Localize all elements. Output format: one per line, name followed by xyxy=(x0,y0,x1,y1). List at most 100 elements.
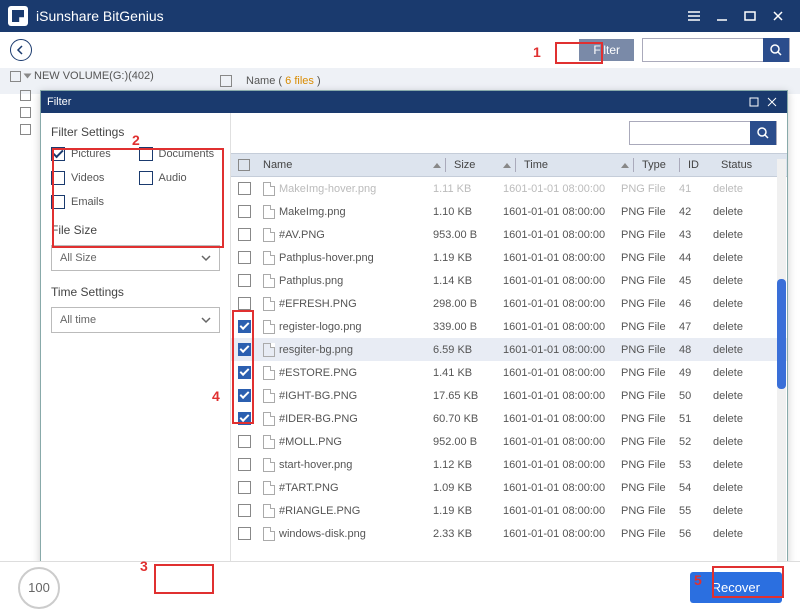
file-name: register-logo.png xyxy=(279,321,362,333)
modal-search-input[interactable] xyxy=(630,126,750,140)
file-size: 1.19 KB xyxy=(427,252,497,264)
close-button[interactable] xyxy=(764,5,792,27)
file-size: 2.33 KB xyxy=(427,528,497,540)
col-status[interactable]: Status xyxy=(707,158,757,172)
filter-button[interactable]: Filter xyxy=(579,39,634,61)
table-row[interactable]: #TART.PNG1.09 KB1601-01-01 08:00:00PNG F… xyxy=(231,476,787,499)
row-checkbox[interactable] xyxy=(238,251,251,264)
footer: 100 Recover xyxy=(0,561,800,613)
table-row[interactable]: resgiter-bg.png6.59 KB1601-01-01 08:00:0… xyxy=(231,338,787,361)
table-row[interactable]: #EFRESH.PNG298.00 B1601-01-01 08:00:00PN… xyxy=(231,292,787,315)
row-checkbox[interactable] xyxy=(238,274,251,287)
scrollbar[interactable] xyxy=(777,159,786,563)
select-all-checkbox[interactable] xyxy=(238,159,250,171)
file-type: PNG File xyxy=(615,413,673,425)
filter-type-emails[interactable]: Emails xyxy=(51,195,133,209)
tree-volume-row[interactable]: NEW VOLUME(G:)(402) xyxy=(10,70,154,82)
col-time[interactable]: Time xyxy=(497,158,615,172)
checkbox-icon[interactable] xyxy=(51,147,65,161)
modal-close-button[interactable] xyxy=(763,97,781,107)
tree-checkbox[interactable] xyxy=(20,90,31,101)
file-icon xyxy=(263,205,275,219)
menu-icon[interactable] xyxy=(680,5,708,27)
table-row[interactable]: windows-disk.png2.33 KB1601-01-01 08:00:… xyxy=(231,522,787,545)
table-row[interactable]: Pathplus-hover.png1.19 KB1601-01-01 08:0… xyxy=(231,246,787,269)
app-logo-icon xyxy=(8,6,28,26)
file-status: delete xyxy=(707,206,757,218)
col-size[interactable]: Size xyxy=(427,158,497,172)
table-row[interactable]: register-logo.png339.00 B1601-01-01 08:0… xyxy=(231,315,787,338)
tree-checkbox[interactable] xyxy=(20,124,31,135)
filter-type-audio[interactable]: Audio xyxy=(139,171,221,185)
file-count: 6 files xyxy=(285,75,314,87)
checkbox-icon[interactable] xyxy=(51,171,65,185)
tree-checkbox[interactable] xyxy=(10,71,21,82)
file-size: 952.00 B xyxy=(427,436,497,448)
file-status: delete xyxy=(707,275,757,287)
file-id: 44 xyxy=(673,252,707,264)
file-type: PNG File xyxy=(615,183,673,195)
table-row[interactable]: #RIANGLE.PNG1.19 KB1601-01-01 08:00:00PN… xyxy=(231,499,787,522)
table-row[interactable]: MakeImg.png1.10 KB1601-01-01 08:00:00PNG… xyxy=(231,200,787,223)
col-name[interactable]: Name xyxy=(257,159,427,171)
file-name: #RIANGLE.PNG xyxy=(279,505,360,517)
back-button[interactable] xyxy=(10,39,32,61)
file-type: PNG File xyxy=(615,436,673,448)
row-checkbox[interactable] xyxy=(238,389,251,402)
scrollbar-thumb[interactable] xyxy=(777,279,786,389)
minimize-button[interactable] xyxy=(708,5,736,27)
expand-icon[interactable] xyxy=(24,74,32,79)
recover-button[interactable]: Recover xyxy=(690,572,782,603)
file-icon xyxy=(263,182,275,196)
row-checkbox[interactable] xyxy=(238,527,251,540)
app-title: iSunshare BitGenius xyxy=(36,8,164,24)
file-time: 1601-01-01 08:00:00 xyxy=(497,252,615,264)
row-checkbox[interactable] xyxy=(238,481,251,494)
row-checkbox[interactable] xyxy=(238,412,251,425)
row-checkbox[interactable] xyxy=(238,366,251,379)
row-checkbox[interactable] xyxy=(238,504,251,517)
table-row[interactable]: MakeImg-hover.png1.11 KB1601-01-01 08:00… xyxy=(231,177,787,200)
search-icon[interactable] xyxy=(750,121,776,145)
row-checkbox[interactable] xyxy=(238,182,251,195)
file-time: 1601-01-01 08:00:00 xyxy=(497,390,615,402)
row-checkbox[interactable] xyxy=(238,228,251,241)
table-row[interactable]: #IDER-BG.PNG60.70 KB1601-01-01 08:00:00P… xyxy=(231,407,787,430)
checkbox-icon[interactable] xyxy=(51,195,65,209)
filter-type-videos[interactable]: Videos xyxy=(51,171,133,185)
file-name: #IGHT-BG.PNG xyxy=(279,390,357,402)
filter-type-pictures[interactable]: Pictures xyxy=(51,147,133,161)
table-row[interactable]: Pathplus.png1.14 KB1601-01-01 08:00:00PN… xyxy=(231,269,787,292)
file-type: PNG File xyxy=(615,206,673,218)
row-checkbox[interactable] xyxy=(238,343,251,356)
table-row[interactable]: start-hover.png1.12 KB1601-01-01 08:00:0… xyxy=(231,453,787,476)
filter-type-documents[interactable]: Documents xyxy=(139,147,221,161)
filesize-select[interactable]: All Size xyxy=(51,245,220,271)
main-search-input[interactable] xyxy=(643,43,763,57)
select-all-checkbox[interactable] xyxy=(220,75,232,87)
file-name: #MOLL.PNG xyxy=(279,436,342,448)
table-row[interactable]: #ESTORE.PNG1.41 KB1601-01-01 08:00:00PNG… xyxy=(231,361,787,384)
col-id[interactable]: ID xyxy=(673,158,707,172)
modal-maximize-button[interactable] xyxy=(745,97,763,107)
file-icon xyxy=(263,458,275,472)
time-select[interactable]: All time xyxy=(51,307,220,333)
tree-checkbox[interactable] xyxy=(20,107,31,118)
col-type[interactable]: Type xyxy=(615,158,673,172)
row-checkbox[interactable] xyxy=(238,458,251,471)
row-checkbox[interactable] xyxy=(238,320,251,333)
table-row[interactable]: #IGHT-BG.PNG17.65 KB1601-01-01 08:00:00P… xyxy=(231,384,787,407)
checkbox-icon[interactable] xyxy=(139,171,153,185)
row-checkbox[interactable] xyxy=(238,435,251,448)
col-name[interactable]: Name xyxy=(246,75,275,87)
checkbox-icon[interactable] xyxy=(139,147,153,161)
filter-type-group: Pictures Documents Videos Audio Emails xyxy=(51,147,220,209)
row-checkbox[interactable] xyxy=(238,297,251,310)
file-type: PNG File xyxy=(615,298,673,310)
table-row[interactable]: #MOLL.PNG952.00 B1601-01-01 08:00:00PNG … xyxy=(231,430,787,453)
maximize-button[interactable] xyxy=(736,5,764,27)
search-icon[interactable] xyxy=(763,38,789,62)
table-row[interactable]: #AV.PNG953.00 B1601-01-01 08:00:00PNG Fi… xyxy=(231,223,787,246)
row-checkbox[interactable] xyxy=(238,205,251,218)
file-status: delete xyxy=(707,436,757,448)
